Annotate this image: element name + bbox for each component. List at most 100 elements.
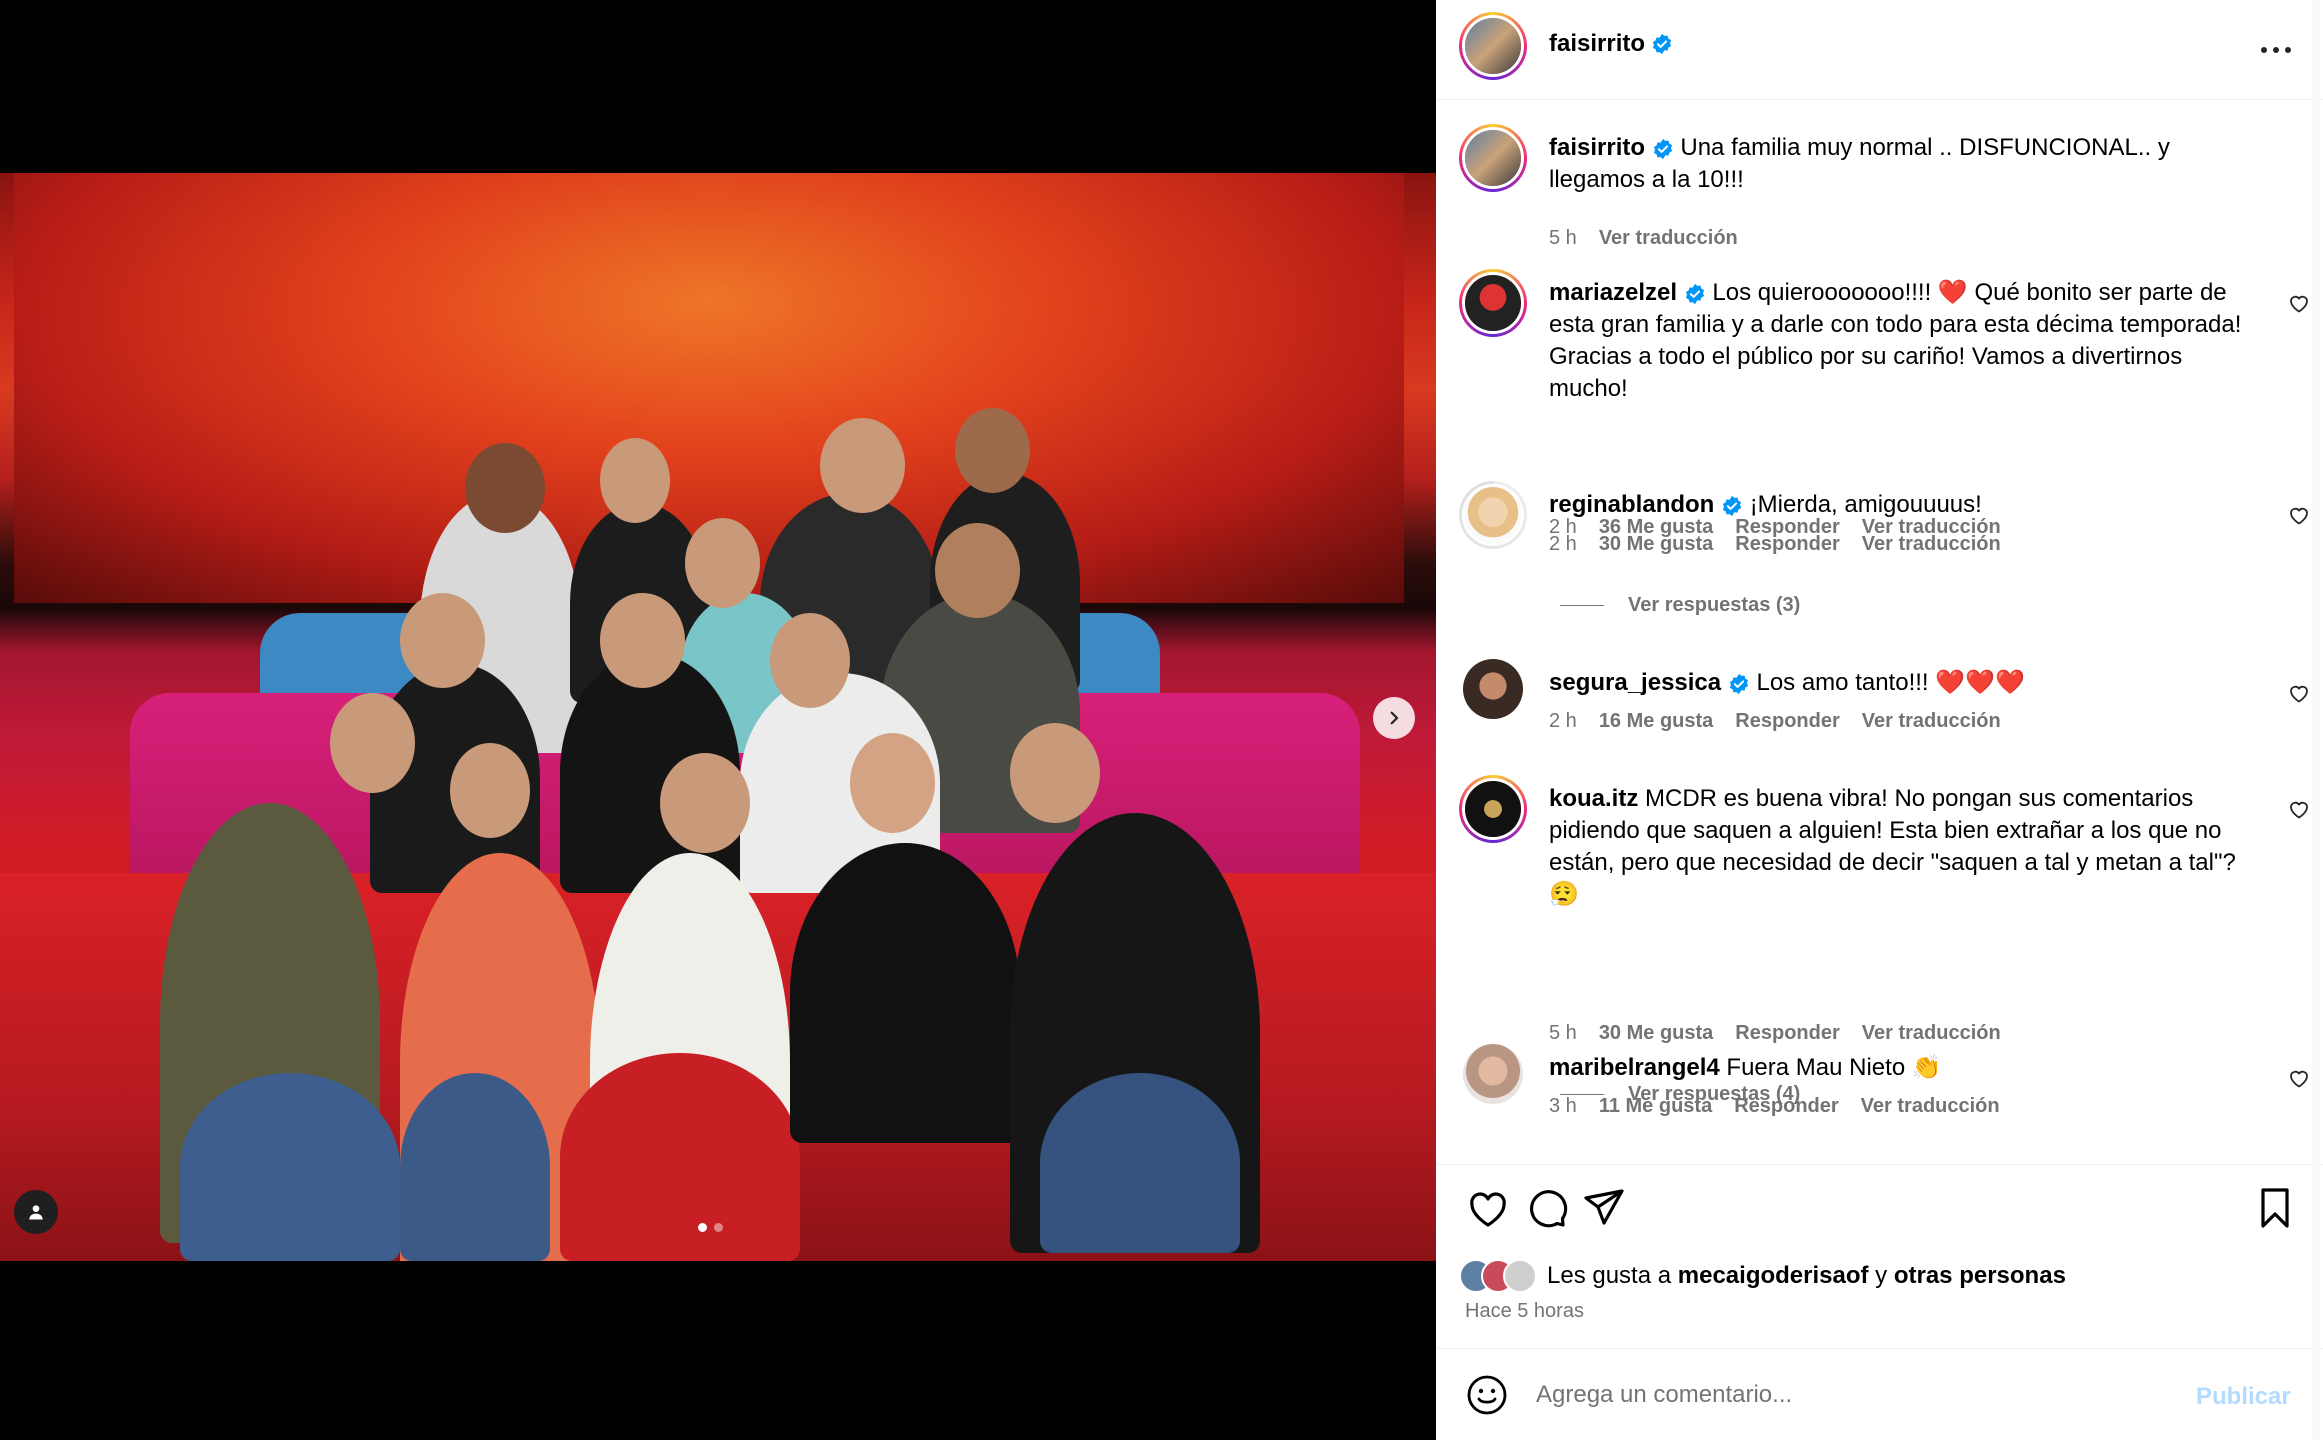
comment-likes[interactable]: 11 Me gusta [1599,1095,1712,1118]
comments-list[interactable]: faisirrito Una familia muy normal .. DIS… [1436,101,2323,1164]
head [955,408,1030,493]
verified-badge-icon [1653,138,1672,159]
reply-button[interactable]: Responder [1735,533,1839,556]
more-options-icon [2261,47,2291,53]
heart-icon[interactable] [2287,291,2311,315]
carousel-indicator [698,1223,723,1232]
reply-button[interactable]: Responder [1735,710,1839,733]
head [660,753,750,853]
comment-input[interactable] [1536,1373,2156,1417]
comment-meta: 2 h 16 Me gusta Responder Ver traducción [1549,710,2001,733]
comment-text: segura_jessica Los amo tanto!!! ❤️❤️❤️ [1549,667,2249,699]
add-comment-bar: Publicar [1436,1348,2323,1440]
verified-badge-icon [1722,495,1742,516]
see-translation-link[interactable]: Ver traducción [1861,1095,2000,1118]
head [770,613,850,708]
more-options-button[interactable] [2256,30,2296,70]
comment-icon[interactable] [1522,1184,1570,1232]
commenter-username[interactable]: segura_jessica [1549,669,1721,696]
head [850,733,935,833]
see-translation-link[interactable]: Ver traducción [1599,227,1738,250]
commenter-avatar[interactable] [1459,481,1527,549]
user-tag-icon [29,1205,43,1220]
bookmark-icon[interactable] [2251,1184,2299,1232]
commenter-username[interactable]: mariazelzel [1549,279,1677,306]
comment-likes[interactable]: 30 Me gusta [1599,1022,1713,1045]
comment-time: 2 h [1549,710,1577,732]
comment-meta: 5 h 30 Me gusta Responder Ver traducción [1549,1022,2001,1045]
caption-text: faisirrito Una familia muy normal .. DIS… [1549,132,2249,196]
likes-joiner: y [1875,1262,1888,1289]
carousel-next-button[interactable] [1373,697,1415,739]
commenter-avatar[interactable] [1463,659,1523,719]
tagged-users-button[interactable] [14,1190,58,1234]
head [820,418,905,513]
comment-text: reginablandon ¡Mierda, amigouuuus! [1549,489,2249,521]
post-photo[interactable] [0,173,1436,1261]
caption-meta: 5 h Ver traducción [1549,227,1738,250]
liker-username[interactable]: mecaigoderisaof [1678,1262,1869,1290]
verified-badge-icon [1685,283,1704,304]
comment-time: 3 h [1549,1095,1577,1117]
author-username-text[interactable]: faisirrito [1549,30,1645,58]
commenter-username[interactable]: reginablandon [1549,491,1714,518]
replies-divider [1560,605,1604,606]
see-translation-link[interactable]: Ver traducción [1862,710,2001,733]
head [400,593,485,688]
comment-text: mariazelzel Los quierooooooo!!!! ❤️ Qué … [1549,277,2249,405]
commenter-avatar[interactable] [1463,1044,1523,1104]
head [685,518,760,608]
actions-divider [1436,1164,2323,1165]
comment-body: MCDR es buena vibra! No pongan sus comen… [1549,785,2236,908]
post-media [0,0,1436,1440]
send-icon[interactable] [1580,1184,1628,1232]
comment-likes[interactable]: 16 Me gusta [1599,710,1713,733]
commenter-username[interactable]: maribelrangel4 [1549,1054,1720,1081]
caption-time: 5 h [1549,227,1577,249]
likes-prefix: Les gusta a [1547,1262,1672,1289]
person [180,1073,400,1261]
head [450,743,530,838]
comment-body: ¡Mierda, amigouuuus! [1749,491,1982,518]
caption-username[interactable]: faisirrito [1549,134,1645,161]
post-sidebar: faisirrito faisirrito Una familia muy no… [1436,0,2323,1440]
see-translation-link[interactable]: Ver traducción [1862,533,2001,556]
comment-text: maribelrangel4 Fuera Mau Nieto 👏 [1549,1052,2249,1084]
heart-icon[interactable] [2287,797,2311,821]
publish-button[interactable]: Publicar [2196,1383,2291,1411]
post-timestamp[interactable]: Hace 5 horas [1465,1300,1584,1323]
comment-body: Los amo tanto!!! ❤️❤️❤️ [1756,669,2025,696]
heart-icon[interactable] [1464,1184,1512,1232]
comment-text: koua.itz MCDR es buena vibra! No pongan … [1549,783,2249,911]
likers-avatars[interactable] [1459,1259,1537,1293]
person [790,843,1020,1143]
heart-icon[interactable] [2287,503,2311,527]
author-avatar[interactable] [1459,12,1527,80]
see-translation-link[interactable]: Ver traducción [1862,1022,2001,1045]
comment-likes[interactable]: 30 Me gusta [1599,533,1713,556]
reply-button[interactable]: Responder [1735,1022,1839,1045]
commenter-avatar[interactable] [1459,775,1527,843]
author-avatar[interactable] [1459,124,1527,192]
head [330,693,415,793]
heart-icon[interactable] [2287,681,2311,705]
verified-badge-icon [1729,673,1748,694]
scrollbar[interactable] [2312,0,2320,1440]
view-replies-label[interactable]: Ver respuestas (3) [1628,594,1800,617]
comment-time: 2 h [1549,533,1577,555]
commenter-username[interactable]: koua.itz [1549,785,1638,812]
emoji-icon[interactable] [1465,1373,1509,1417]
head [600,438,670,523]
heart-icon[interactable] [2287,1066,2311,1090]
comment-meta: 2 h 30 Me gusta Responder Ver traducción [1549,533,2001,556]
commenter-avatar[interactable] [1459,269,1527,337]
chevron-right-icon [1390,711,1399,725]
head [600,593,685,688]
likes-others-link[interactable]: otras personas [1894,1262,2066,1290]
person [1040,1073,1240,1253]
head [935,523,1020,618]
person [400,1073,550,1261]
author-username[interactable]: faisirrito [1549,30,1673,58]
view-replies-button[interactable]: Ver respuestas (3) [1560,594,1800,617]
reply-button[interactable]: Responder [1734,1095,1838,1118]
